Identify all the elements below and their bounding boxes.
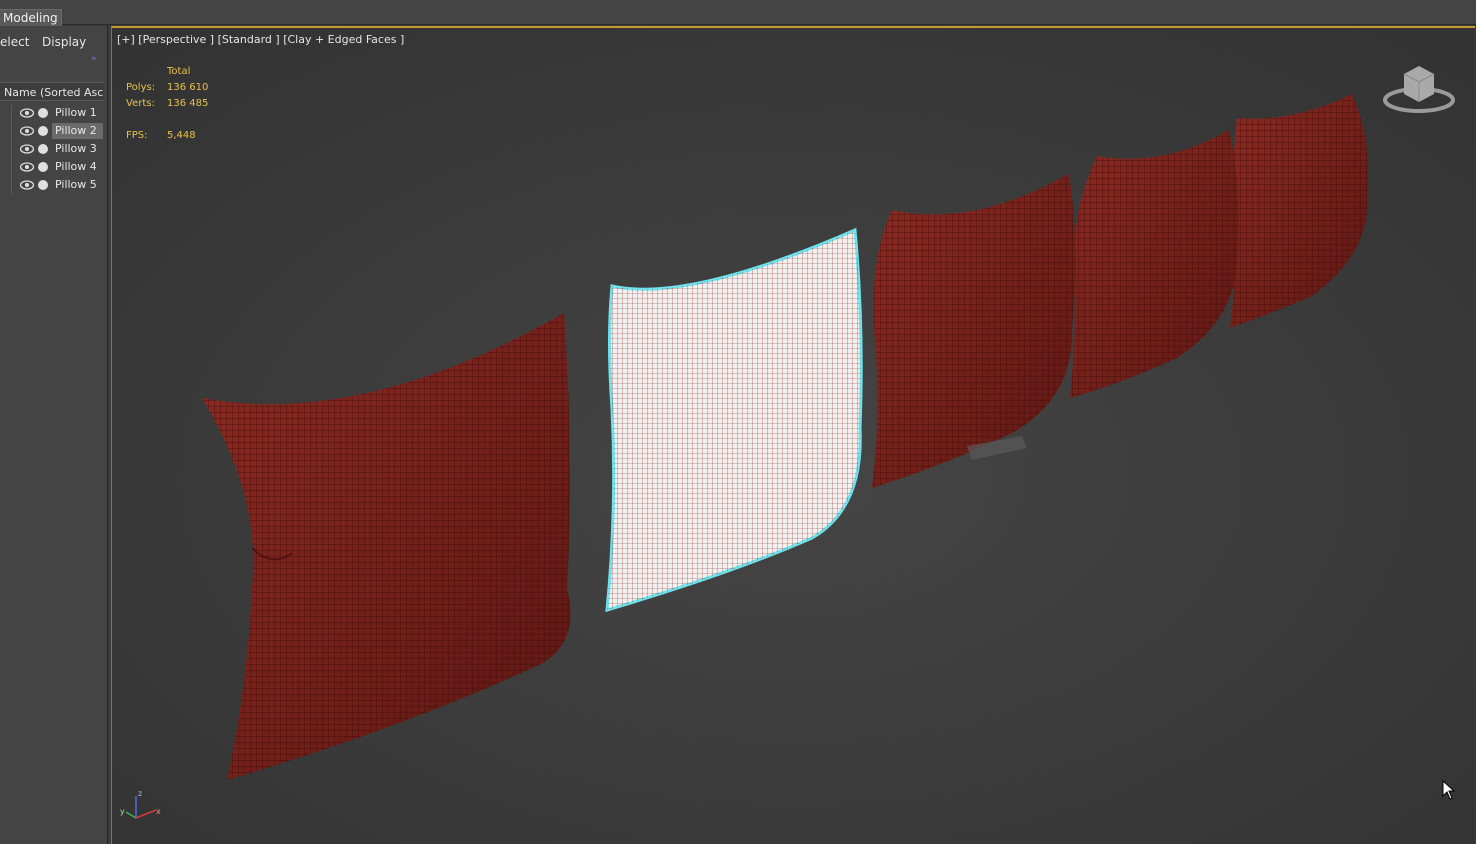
list-item-pillow-4[interactable]: Pillow 4 <box>0 158 104 176</box>
list-item-label: Pillow 4 <box>55 160 97 173</box>
list-item-label: Pillow 5 <box>55 178 97 191</box>
dot-icon[interactable] <box>38 108 48 118</box>
eye-icon[interactable] <box>20 108 34 118</box>
expand-arrows-icon[interactable]: » <box>91 54 97 64</box>
viewport-scene[interactable]: z x y <box>112 28 1475 844</box>
stats-verts-label: Verts: <box>126 98 155 109</box>
tab-select[interactable]: elect <box>0 35 29 49</box>
mouse-cursor-icon <box>1442 780 1456 800</box>
perspective-viewport[interactable]: z x y [+] [Perspective ] [Standard ] [Cl… <box>111 26 1475 844</box>
viewport-label-menu[interactable]: [+] [Perspective ] [Standard ] [Clay + E… <box>117 33 404 46</box>
dot-icon[interactable] <box>38 162 48 172</box>
list-item-label: Pillow 1 <box>55 106 97 119</box>
stats-total-header: Total <box>167 66 191 77</box>
list-item-label: Pillow 2 <box>52 123 103 139</box>
list-item-pillow-1[interactable]: Pillow 1 <box>0 104 104 122</box>
dot-icon[interactable] <box>38 126 48 136</box>
axis-z-label: z <box>138 789 142 798</box>
eye-icon[interactable] <box>20 144 34 154</box>
scene-explorer: elect Display » Name (Sorted Ascending) … <box>0 26 108 844</box>
eye-icon[interactable] <box>20 162 34 172</box>
stats-fps-label: FPS: <box>126 130 148 141</box>
axis-x-label: x <box>156 807 161 816</box>
stats-polys-label: Polys: <box>126 82 156 93</box>
dot-icon[interactable] <box>38 180 48 190</box>
list-item-label: Pillow 3 <box>55 142 97 155</box>
dot-icon[interactable] <box>38 144 48 154</box>
eye-icon[interactable] <box>20 180 34 190</box>
stats-fps-value: 5,448 <box>167 130 196 141</box>
list-item-pillow-3[interactable]: Pillow 3 <box>0 140 104 158</box>
eye-icon[interactable] <box>20 126 34 136</box>
list-item-pillow-2[interactable]: Pillow 2 <box>0 122 104 140</box>
stats-verts-value: 136 485 <box>167 98 209 109</box>
ribbon-bar: Modeling <box>0 4 1476 28</box>
tab-display[interactable]: Display <box>42 35 86 49</box>
list-item-pillow-5[interactable]: Pillow 5 <box>0 176 104 194</box>
axis-y-label: y <box>120 807 125 816</box>
stats-polys-value: 136 610 <box>167 82 209 93</box>
column-header-name[interactable]: Name (Sorted Ascending) <box>0 82 104 101</box>
